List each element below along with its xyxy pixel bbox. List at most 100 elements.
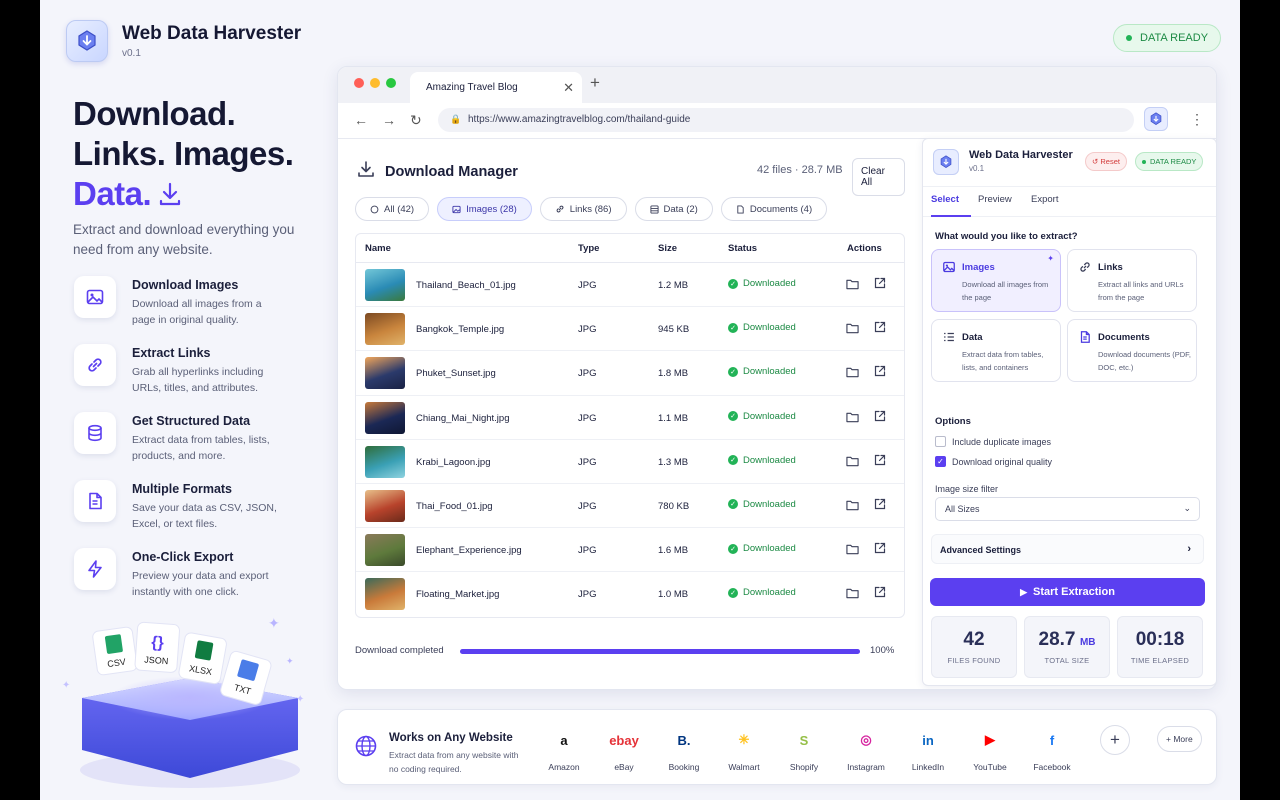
- panel-tabs: Select Preview Export: [923, 187, 1216, 217]
- filter-links[interactable]: Links (86): [539, 197, 627, 221]
- reload-icon[interactable]: ↻: [410, 112, 422, 129]
- site-ebay[interactable]: ebay eBay: [594, 726, 654, 773]
- status-badge: ✓ Downloaded: [728, 455, 796, 466]
- minimize-window-button[interactable]: [370, 78, 380, 88]
- site-walmart[interactable]: ✳ Walmart: [714, 726, 774, 772]
- list-icon: [942, 330, 956, 349]
- open-folder-icon[interactable]: [846, 278, 859, 293]
- open-folder-icon[interactable]: [846, 411, 859, 426]
- open-external-icon[interactable]: [874, 410, 886, 425]
- feature-title: Download Images: [132, 278, 239, 292]
- open-folder-icon[interactable]: [846, 587, 859, 602]
- image-thumbnail: [365, 578, 405, 611]
- svg-text:✦: ✦: [62, 680, 70, 691]
- open-folder-icon[interactable]: [846, 455, 859, 470]
- file-size: 1.1 MB: [658, 412, 689, 424]
- filter-documents[interactable]: Documents (4): [720, 197, 828, 221]
- open-external-icon[interactable]: [874, 454, 886, 469]
- size-filter-select[interactable]: All Sizes ⌄: [935, 497, 1200, 521]
- data-ready-label: DATA READY: [1140, 32, 1209, 44]
- table-row[interactable]: Elephant_Experience.jpg JPG 1.6 MB ✓ Downloa…: [356, 528, 904, 573]
- site-linkedin[interactable]: in LinkedIn: [898, 726, 958, 773]
- download-manager: Download Manager 42 files · 28.7 MB Clea…: [355, 152, 905, 618]
- maximize-window-button[interactable]: [386, 78, 396, 88]
- table-row[interactable]: Thai_Food_01.jpg JPG 780 KB ✓ Downloaded: [356, 484, 904, 529]
- site-booking[interactable]: B. Booking: [654, 726, 714, 773]
- browser-tab[interactable]: Amazing Travel Blog ✕: [410, 72, 582, 103]
- clear-all-button[interactable]: Clear All: [852, 158, 905, 196]
- advanced-settings-button[interactable]: Advanced Settings ›: [931, 534, 1204, 564]
- app-frame: Web Data Harvester v0.1 DATA READY Downl…: [40, 0, 1240, 800]
- column-header-name: Name: [365, 243, 391, 254]
- svg-text:✦: ✦: [296, 694, 304, 705]
- table-row[interactable]: Krabi_Lagoon.jpg JPG 1.3 MB ✓ Downloaded: [356, 440, 904, 484]
- table-row[interactable]: Floating_Market.jpg JPG 1.0 MB ✓ Downloaded: [356, 572, 904, 616]
- site-instagram[interactable]: ◎ Instagram: [836, 726, 896, 772]
- reset-button[interactable]: ↺ Reset: [1085, 152, 1127, 171]
- file-size: 945 KB: [658, 324, 690, 336]
- table-row[interactable]: Phuket_Sunset.jpg JPG 1.8 MB ✓ Downloaded: [356, 351, 904, 396]
- table-header: Name Type Size Status Actions: [356, 234, 904, 263]
- instagram-logo-icon: ◎: [860, 732, 872, 747]
- filter-all[interactable]: All (42): [355, 197, 430, 221]
- panel-version: v0.1: [969, 164, 985, 173]
- export-formats-illustration: CSV {} JSON XLSX TXT ✦ ✦ ✦ ✦: [60, 610, 320, 790]
- document-icon: [1078, 330, 1092, 349]
- open-folder-icon[interactable]: [846, 322, 859, 337]
- include-duplicates-option[interactable]: Include duplicate images: [935, 436, 1051, 447]
- start-extraction-button[interactable]: ▶ Start Extraction: [930, 578, 1205, 606]
- open-external-icon[interactable]: [874, 277, 886, 292]
- site-amazon[interactable]: a Amazon: [534, 726, 594, 773]
- option-documents[interactable]: Documents Download documents (PDF, DOC, …: [1067, 319, 1197, 382]
- site-facebook[interactable]: f Facebook: [1022, 726, 1082, 773]
- more-sites-button[interactable]: + More: [1157, 726, 1202, 752]
- filter-images[interactable]: Images (28): [437, 197, 532, 221]
- table-row[interactable]: Thailand_Beach_01.jpg JPG 1.2 MB ✓ Downloade…: [356, 263, 904, 308]
- open-folder-icon[interactable]: [846, 543, 859, 558]
- site-name: YouTube: [973, 762, 1007, 772]
- site-youtube[interactable]: ▶ YouTube: [960, 726, 1020, 772]
- original-quality-checkbox[interactable]: ✓: [935, 456, 946, 467]
- option-links[interactable]: Links Extract all links and URLs from th…: [1067, 249, 1197, 312]
- option-data[interactable]: Data Extract data from tables, lists, an…: [931, 319, 1061, 382]
- close-icon[interactable]: ✕: [563, 80, 574, 96]
- back-icon[interactable]: ←: [354, 112, 368, 128]
- walmart-logo-icon: ✳: [738, 732, 750, 747]
- status-badge: ✓ Downloaded: [728, 322, 796, 333]
- open-external-icon[interactable]: [874, 321, 886, 336]
- filter-data[interactable]: Data (2): [634, 197, 713, 221]
- file-size: 1.3 MB: [658, 456, 689, 468]
- include-duplicates-checkbox[interactable]: [935, 436, 946, 447]
- open-external-icon[interactable]: [874, 586, 886, 601]
- original-quality-option[interactable]: ✓ Download original quality: [935, 456, 1052, 467]
- hero-line-1: Download.: [73, 95, 236, 132]
- table-row[interactable]: Chiang_Mai_Night.jpg JPG 1.1 MB ✓ Downloaded: [356, 396, 904, 440]
- download-table: Name Type Size Status Actions Thailand_B…: [355, 233, 905, 618]
- options-heading: Options: [935, 416, 971, 427]
- status-badge: ✓ Downloaded: [728, 411, 796, 422]
- progress-percent: 100%: [870, 645, 895, 656]
- site-name: Booking: [668, 762, 700, 772]
- new-tab-button[interactable]: +: [590, 73, 600, 93]
- option-images[interactable]: ✦ Images Download all images from the pa…: [931, 249, 1061, 312]
- tab-select[interactable]: Select: [931, 194, 959, 205]
- url-field[interactable]: 🔒 https://www.amazingtravelblog.com/thai…: [438, 108, 1134, 132]
- open-folder-icon[interactable]: [846, 499, 859, 514]
- open-folder-icon[interactable]: [846, 366, 859, 381]
- forward-icon[interactable]: →: [382, 112, 396, 128]
- table-row[interactable]: Bangkok_Temple.jpg JPG 945 KB ✓ Downloaded: [356, 307, 904, 352]
- open-external-icon[interactable]: [874, 498, 886, 513]
- close-window-button[interactable]: [354, 78, 364, 88]
- tab-export[interactable]: Export: [1031, 194, 1058, 205]
- extension-button[interactable]: [1144, 107, 1168, 131]
- column-header-status: Status: [728, 243, 758, 254]
- site-shopify[interactable]: S Shopify: [774, 726, 834, 773]
- feature-title: One-Click Export: [132, 550, 234, 564]
- add-site-button[interactable]: +: [1100, 725, 1130, 755]
- file-type: JPG: [578, 545, 597, 557]
- feature-title: Get Structured Data: [132, 414, 251, 428]
- tab-preview[interactable]: Preview: [978, 194, 1012, 205]
- more-options-icon[interactable]: ⋮: [1190, 111, 1204, 128]
- open-external-icon[interactable]: [874, 542, 886, 557]
- open-external-icon[interactable]: [874, 365, 886, 380]
